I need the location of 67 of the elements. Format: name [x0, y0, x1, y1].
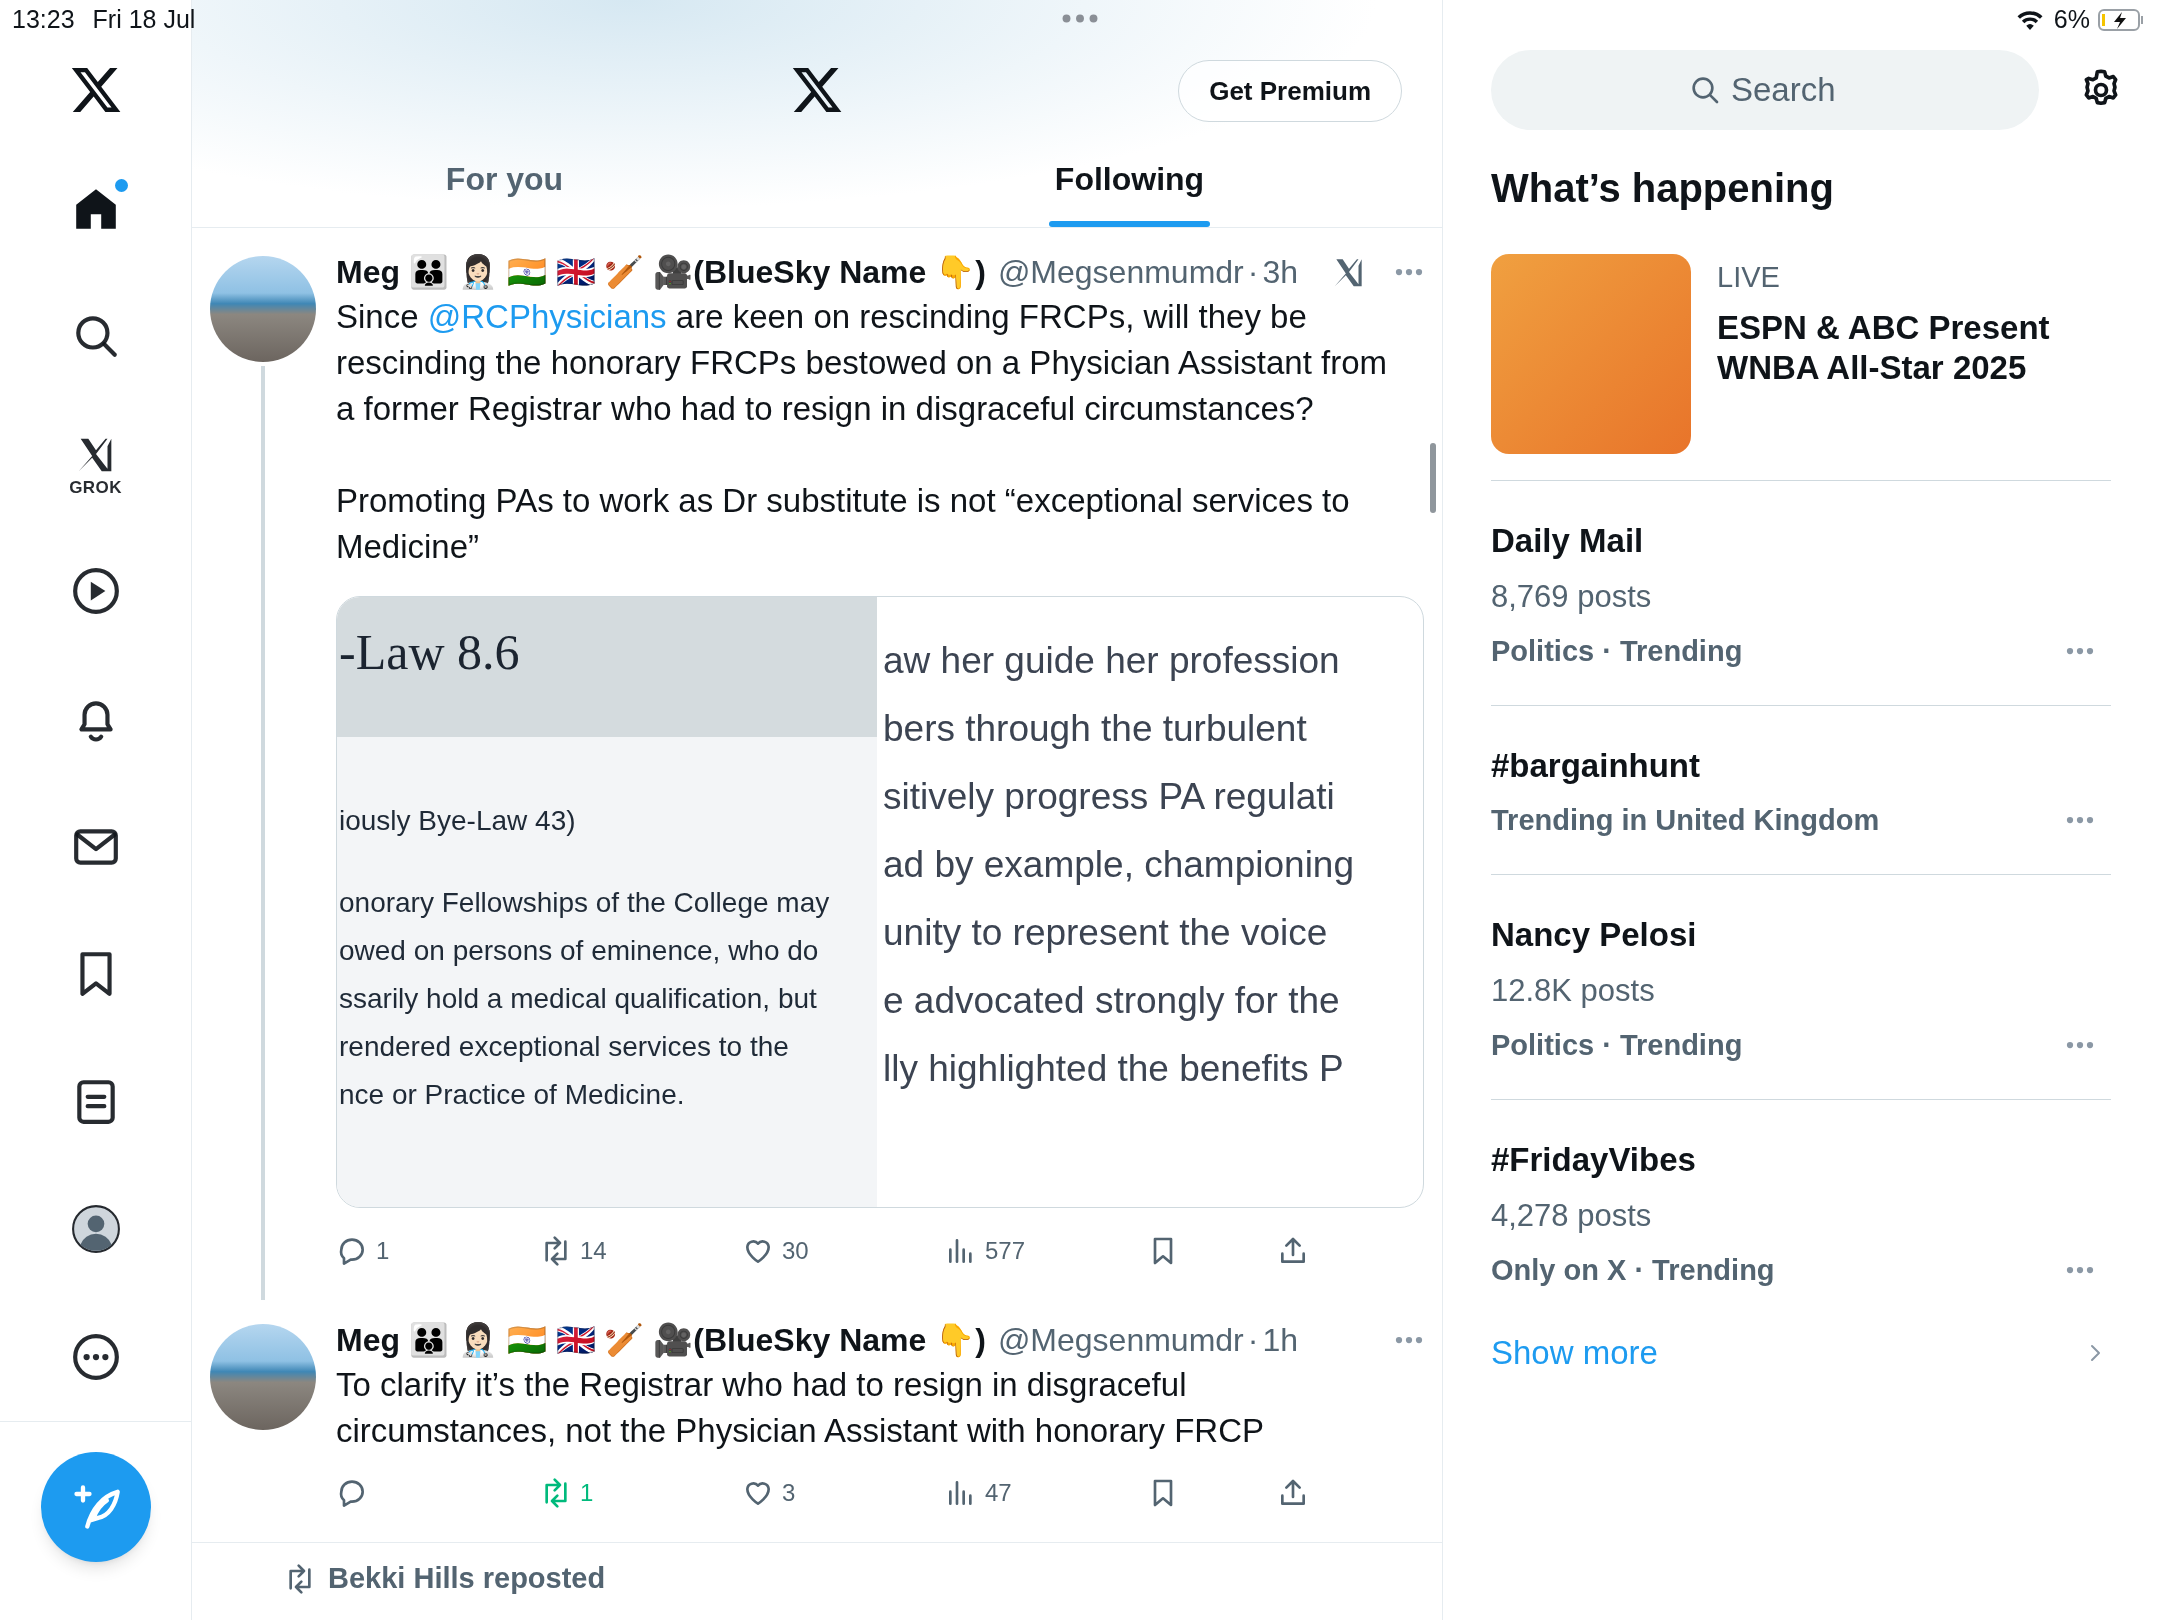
more-options-icon[interactable] — [2065, 815, 2095, 825]
battery-percent: 6% — [2053, 4, 2090, 36]
live-label: LIVE — [1717, 260, 1781, 295]
document-text-line: unity to represent the voice — [883, 911, 1329, 955]
trend-meta: Politics · Trending — [1491, 1028, 1743, 1063]
more-options-icon[interactable] — [1394, 1335, 1424, 1345]
author-name: Meg 👪 👩🏻‍⚕ 🇮🇳 🇬🇧 🏏 🎥(BlueSky Name 👇) — [336, 253, 986, 292]
trend-title[interactable]: #FridayVibes — [1491, 1138, 2111, 1182]
document-text-line: onorary Fellowships of the College may — [339, 886, 831, 920]
views-button[interactable]: 47 — [945, 1475, 1147, 1511]
reply-button[interactable]: 1 — [336, 1233, 540, 1269]
trend-meta: Trending in United Kingdom — [1491, 803, 1880, 838]
battery-icon — [2098, 7, 2144, 33]
more-options-icon[interactable] — [1394, 267, 1424, 277]
document-text-line: iously Bye-Law 43) — [339, 804, 577, 838]
avatar-icon — [70, 1204, 121, 1255]
document-text-line: bers through the turbulent — [883, 707, 1308, 751]
separator-dot: · — [1247, 253, 1259, 292]
author-name: Meg 👪 👩🏻‍⚕ 🇮🇳 🇬🇧 🏏 🎥(BlueSky Name 👇) — [336, 1321, 986, 1360]
post-count: 8,769 posts — [1491, 578, 1653, 616]
more-options-icon[interactable] — [2065, 1265, 2095, 1275]
get-premium-button[interactable]: Get Premium — [1178, 60, 1402, 122]
search-field[interactable]: Search — [1491, 50, 2039, 130]
document-text-line: owed on persons of eminence, who do — [339, 934, 820, 968]
more-options-icon[interactable] — [2065, 646, 2095, 656]
document-text-line: rendered exceptional services to the — [339, 1030, 790, 1064]
document-text-line: lly highlighted the benefits P — [883, 1047, 1345, 1091]
search-icon — [1689, 74, 1721, 106]
search-input[interactable]: Search — [1731, 65, 1841, 115]
trend-title[interactable]: #bargainhunt — [1491, 744, 2111, 788]
grok-nav-button[interactable]: GROK — [35, 400, 156, 528]
status-date: Fri 18 Jul — [92, 4, 196, 36]
like-button[interactable]: 30 — [742, 1233, 945, 1269]
document-text-line: ad by example, championing — [883, 843, 1355, 887]
more-icon — [70, 1331, 121, 1382]
trend-meta: Only on X · Trending — [1491, 1253, 1775, 1288]
scrollbar-thumb[interactable] — [1430, 443, 1436, 513]
author-handle: @Megsenmumdr — [997, 1321, 1244, 1360]
play-icon — [70, 566, 121, 617]
status-time: 13:23 — [12, 4, 75, 36]
separator-dot: · — [1247, 1321, 1259, 1360]
feed-tab[interactable]: For you — [439, 130, 570, 227]
document-heading: -Law 8.6 — [339, 627, 521, 677]
trend-meta: Politics · Trending — [1491, 634, 1743, 669]
repost-button[interactable]: 14 — [540, 1233, 742, 1269]
trend-title[interactable]: Daily Mail — [1491, 519, 2111, 563]
document-text-line: e advocated strongly for the — [883, 979, 1341, 1023]
post-time: 1h — [1262, 1321, 1298, 1360]
document-text-line: nce or Practice of Medicine. — [339, 1078, 686, 1112]
views-button[interactable]: 577 — [945, 1233, 1147, 1269]
like-button[interactable]: 3 — [742, 1475, 945, 1511]
post-text: Since @RCPhysicians are keen on rescinding FRCPs, will they be rescinding the honorary FRCPs bestowed on a Physician Assistant from a former Registrar who had to resign in disgraceful circumstances? — [336, 297, 1388, 429]
post-count: 12.8K posts — [1491, 972, 1656, 1010]
document-text-line: sitively progress PA regulati — [883, 775, 1336, 819]
post-time: 3h — [1262, 253, 1298, 292]
post-count: 4,278 posts — [1491, 1197, 1653, 1235]
document-text-line: aw her guide her profession — [883, 639, 1341, 683]
trend-title[interactable]: Nancy Pelosi — [1491, 913, 2111, 957]
author-handle: @Megsenmumdr — [997, 253, 1244, 292]
section-title: What’s happening — [1491, 165, 1835, 212]
post-text: Promoting PAs to work as Dr substitute is not “exceptional services to Medicine” — [336, 481, 1351, 567]
trend-title[interactable]: ESPN & ABC Present WNBA All-Star 2025 — [1717, 307, 2067, 388]
document-text-line: ssarily hold a medical qualification, but — [339, 982, 818, 1016]
more-options-icon[interactable] — [2065, 1040, 2095, 1050]
repost-notice: Bekki Hills reposted — [328, 1561, 606, 1596]
post-text: To clarify it’s the Registrar who had to resign in disgraceful circumstances, not the Physician Assistant with honorary FRCP — [336, 1365, 1266, 1451]
feed-tab[interactable]: Following — [1048, 130, 1211, 227]
